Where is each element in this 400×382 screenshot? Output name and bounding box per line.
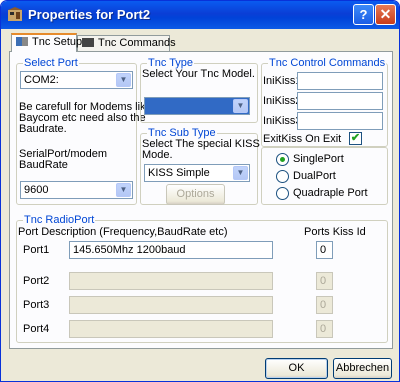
- tnc-type-group: Tnc Type Select Your Tnc Model. ▼: [140, 57, 258, 123]
- group-legend: Select Port: [23, 57, 79, 69]
- quadport-label: Quadraple Port: [293, 187, 368, 199]
- inikiss1-input[interactable]: [297, 72, 383, 90]
- port2-label: Port2: [23, 275, 50, 287]
- ok-button[interactable]: OK: [265, 358, 328, 379]
- inikiss1-label: IniKiss1: [263, 75, 302, 87]
- cancel-button[interactable]: Abbrechen: [333, 358, 392, 379]
- radio-port-group: Tnc RadioPort Port Description (Frequenc…: [16, 214, 388, 343]
- inikiss3-label: IniKiss3: [263, 115, 302, 127]
- exitkiss-checkbox[interactable]: ✔: [349, 132, 362, 145]
- help-button[interactable]: ?: [353, 4, 374, 25]
- port1-kiss-id-input[interactable]: 0: [316, 241, 333, 259]
- exitkiss-label: ExitKiss On Exit: [263, 133, 342, 145]
- tnc-type-prompt: Select Your Tnc Model.: [142, 68, 255, 80]
- port1-label: Port1: [23, 244, 50, 256]
- port2-description-input[interactable]: [69, 272, 273, 290]
- port3-description-input[interactable]: [69, 296, 273, 314]
- chevron-down-icon[interactable]: ▼: [233, 99, 248, 113]
- port2-kiss-id-input[interactable]: 0: [316, 272, 333, 290]
- baudrate-select[interactable]: 9600 ▼: [20, 181, 133, 199]
- baudrate-label: BaudRate: [19, 159, 68, 171]
- kiss-id-header: Ports Kiss Id: [304, 226, 366, 238]
- inikiss3-input[interactable]: [297, 112, 383, 130]
- kiss-mode-select[interactable]: KISS Simple ▼: [144, 164, 250, 182]
- quadport-radio[interactable]: [276, 187, 289, 200]
- tnc-model-select[interactable]: ▼: [144, 97, 250, 115]
- tab-panel: Select Port COM2: ▼ Be carefull for Mode…: [9, 51, 393, 349]
- inikiss2-label: IniKiss2: [263, 95, 302, 107]
- port-mode-group: SinglePort DualPort Quadraple Port: [261, 147, 388, 205]
- tab-tnc-commands[interactable]: Tnc Commands: [77, 35, 176, 51]
- port-select[interactable]: COM2: ▼: [20, 71, 133, 89]
- selected-value: KISS Simple: [148, 167, 210, 179]
- dualport-label: DualPort: [293, 170, 336, 182]
- chevron-down-icon[interactable]: ▼: [116, 183, 131, 197]
- selected-value: 9600: [24, 184, 49, 196]
- warning-text: Baudrate.: [19, 123, 67, 135]
- singleport-label: SinglePort: [293, 153, 344, 165]
- setup-icon: [16, 37, 28, 46]
- sub-type-prompt: Mode.: [142, 149, 173, 161]
- selected-value: COM2:: [24, 74, 59, 86]
- dualport-radio[interactable]: [276, 170, 289, 183]
- window-title: Properties for Port2: [28, 7, 151, 22]
- select-port-group: Select Port COM2: ▼ Be carefull for Mode…: [16, 57, 152, 205]
- singleport-radio[interactable]: [276, 153, 289, 166]
- properties-dialog: Properties for Port2 ? ✕ Tnc Setup Tnc C…: [0, 0, 400, 382]
- tab-label: Tnc Setup: [32, 36, 83, 48]
- port-description-header: Port Description (Frequency,BaudRate etc…: [18, 226, 228, 238]
- tab-tnc-setup[interactable]: Tnc Setup: [11, 33, 82, 52]
- app-icon: [8, 7, 22, 21]
- title-bar[interactable]: Properties for Port2 ? ✕: [1, 1, 399, 29]
- chevron-down-icon[interactable]: ▼: [116, 73, 131, 87]
- port4-label: Port4: [23, 323, 50, 335]
- control-commands-group: Tnc Control Commands IniKiss1 IniKiss2 I…: [261, 57, 388, 147]
- port1-description-input[interactable]: 145.650Mhz 1200baud: [69, 241, 273, 259]
- close-button[interactable]: ✕: [375, 4, 396, 25]
- port3-label: Port3: [23, 299, 50, 311]
- port4-kiss-id-input[interactable]: 0: [316, 320, 333, 338]
- port4-description-input[interactable]: [69, 320, 273, 338]
- tnc-sub-type-group: Tnc Sub Type Select The special KISS Mod…: [140, 127, 260, 205]
- port3-kiss-id-input[interactable]: 0: [316, 296, 333, 314]
- inikiss2-input[interactable]: [297, 92, 383, 110]
- chevron-down-icon[interactable]: ▼: [233, 166, 248, 180]
- group-legend: Tnc Control Commands: [268, 57, 387, 69]
- group-legend: Tnc RadioPort: [23, 214, 96, 226]
- options-button[interactable]: Options: [166, 184, 225, 205]
- tnc-device-icon: [82, 38, 94, 47]
- tab-label: Tnc Commands: [98, 37, 176, 49]
